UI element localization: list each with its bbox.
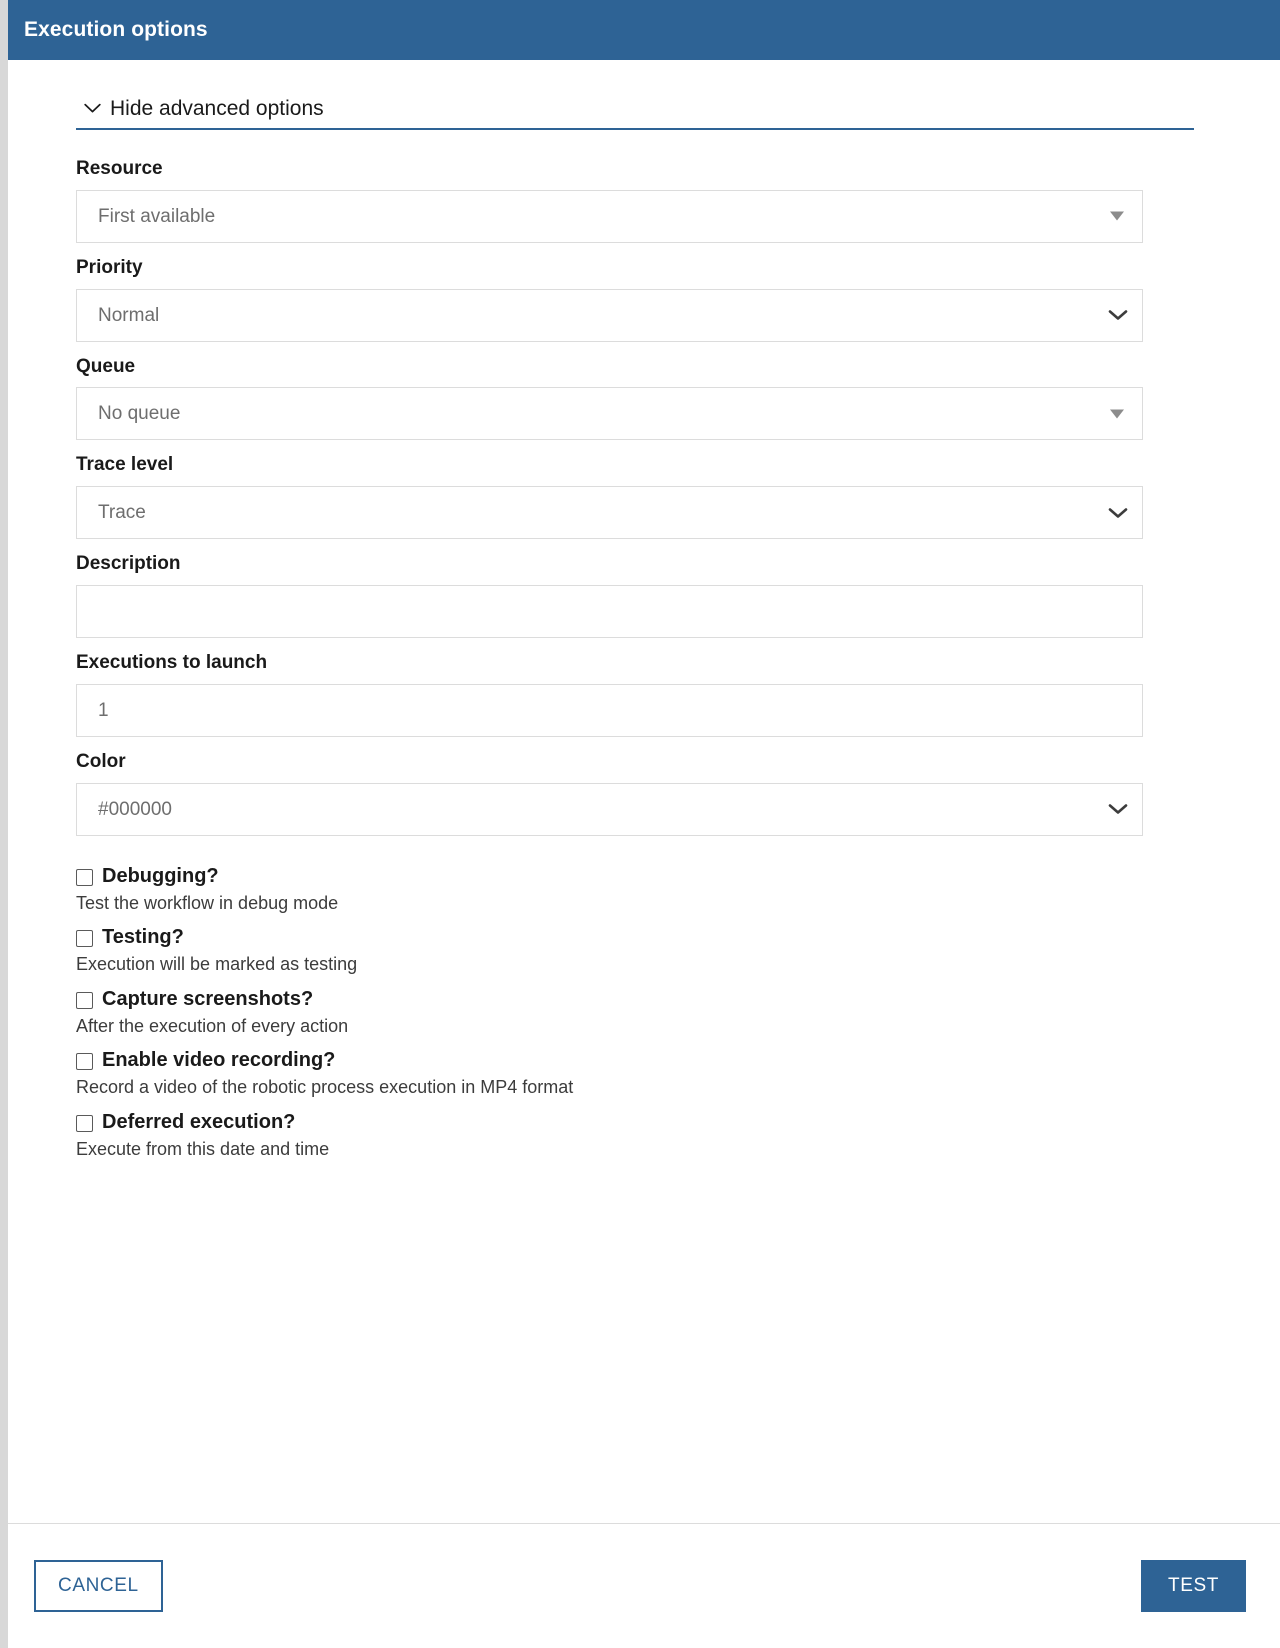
checkbox-testing[interactable] bbox=[76, 930, 93, 948]
checkbox-desc-debugging: Test the workflow in debug mode bbox=[76, 892, 339, 913]
color-value: #000000 bbox=[98, 798, 172, 820]
options-checkbox-list: Debugging? Test the workflow in debug mo… bbox=[76, 865, 1204, 1161]
page-title: Execution options bbox=[24, 18, 208, 41]
checkbox-debugging[interactable] bbox=[76, 868, 93, 886]
field-label-priority: Priority bbox=[76, 256, 143, 278]
field-queue: Queue No queue bbox=[76, 356, 1204, 441]
checkbox-capture-screenshots[interactable] bbox=[76, 991, 93, 1009]
checkbox-row-deferred-execution: Deferred execution? Execute from this da… bbox=[76, 1111, 1204, 1161]
field-priority: Priority Normal bbox=[76, 257, 1204, 342]
checkbox-label-deferred-execution[interactable]: Deferred execution? bbox=[102, 1111, 295, 1134]
field-label-color: Color bbox=[76, 750, 126, 772]
field-resource: Resource First available bbox=[76, 158, 1204, 243]
field-label-executions-to-launch: Executions to launch bbox=[76, 651, 268, 673]
resource-dropdown[interactable]: First available bbox=[76, 189, 1143, 243]
field-color: Color #000000 bbox=[76, 751, 1204, 836]
chevron-down-icon bbox=[1107, 506, 1129, 520]
checkbox-label-testing[interactable]: Testing? bbox=[102, 926, 184, 949]
priority-value: Normal bbox=[98, 304, 160, 326]
executions-to-launch-value: 1 bbox=[98, 699, 109, 721]
field-trace-level: Trace level Trace bbox=[76, 454, 1204, 540]
priority-select[interactable]: Normal bbox=[76, 288, 1143, 342]
color-select[interactable]: #000000 bbox=[76, 782, 1143, 836]
field-executions-to-launch: Executions to launch 1 bbox=[76, 652, 1204, 737]
hide-advanced-options-toggle[interactable]: Hide advanced options bbox=[76, 98, 1194, 130]
triangle-down-icon bbox=[1110, 211, 1124, 221]
checkbox-deferred-execution[interactable] bbox=[76, 1114, 93, 1132]
checkbox-row-debugging: Debugging? Test the workflow in debug mo… bbox=[76, 865, 1204, 915]
execution-options-dialog: Execution options Hide advanced options … bbox=[0, 0, 1280, 1648]
checkbox-label-debugging[interactable]: Debugging? bbox=[102, 865, 219, 888]
trace-level-value: Trace bbox=[98, 502, 146, 524]
trace-level-select[interactable]: Trace bbox=[76, 486, 1143, 540]
field-label-description: Description bbox=[76, 553, 181, 575]
resource-value: First available bbox=[98, 205, 216, 227]
field-label-resource: Resource bbox=[76, 158, 163, 179]
checkbox-enable-video-recording[interactable] bbox=[76, 1053, 93, 1071]
checkbox-label-enable-video-recording[interactable]: Enable video recording? bbox=[102, 1049, 335, 1072]
checkbox-desc-capture-screenshots: After the execution of every action bbox=[76, 1015, 349, 1036]
queue-value: No queue bbox=[98, 403, 181, 425]
executions-to-launch-input[interactable]: 1 bbox=[76, 683, 1143, 737]
checkbox-row-capture-screenshots: Capture screenshots? After the execution… bbox=[76, 988, 1204, 1038]
test-button[interactable]: TEST bbox=[1141, 1560, 1246, 1612]
checkbox-row-testing: Testing? Execution will be marked as tes… bbox=[76, 926, 1204, 976]
checkbox-row-enable-video-recording: Enable video recording? Record a video o… bbox=[76, 1049, 1204, 1099]
queue-dropdown[interactable]: No queue bbox=[76, 387, 1143, 441]
checkbox-desc-enable-video-recording: Record a video of the robotic process ex… bbox=[76, 1077, 574, 1098]
triangle-down-icon bbox=[1110, 409, 1124, 419]
chevron-down-icon bbox=[1107, 308, 1129, 322]
field-label-trace-level: Trace level bbox=[76, 454, 174, 476]
checkbox-desc-deferred-execution: Execute from this date and time bbox=[76, 1138, 330, 1159]
dialog-footer: CANCEL TEST bbox=[8, 1523, 1280, 1648]
checkbox-label-capture-screenshots[interactable]: Capture screenshots? bbox=[102, 988, 313, 1011]
dialog-body: Hide advanced options Resource First ava… bbox=[8, 60, 1280, 1523]
field-label-queue: Queue bbox=[76, 355, 136, 377]
hide-advanced-options-label: Hide advanced options bbox=[110, 97, 324, 120]
field-description: Description bbox=[76, 553, 1204, 638]
dialog-header: Execution options bbox=[8, 0, 1280, 60]
checkbox-desc-testing: Execution will be marked as testing bbox=[76, 954, 358, 975]
chevron-down-icon bbox=[1107, 802, 1129, 816]
cancel-button[interactable]: CANCEL bbox=[34, 1560, 163, 1612]
chevron-down-icon bbox=[84, 103, 101, 114]
description-input[interactable] bbox=[76, 584, 1143, 638]
